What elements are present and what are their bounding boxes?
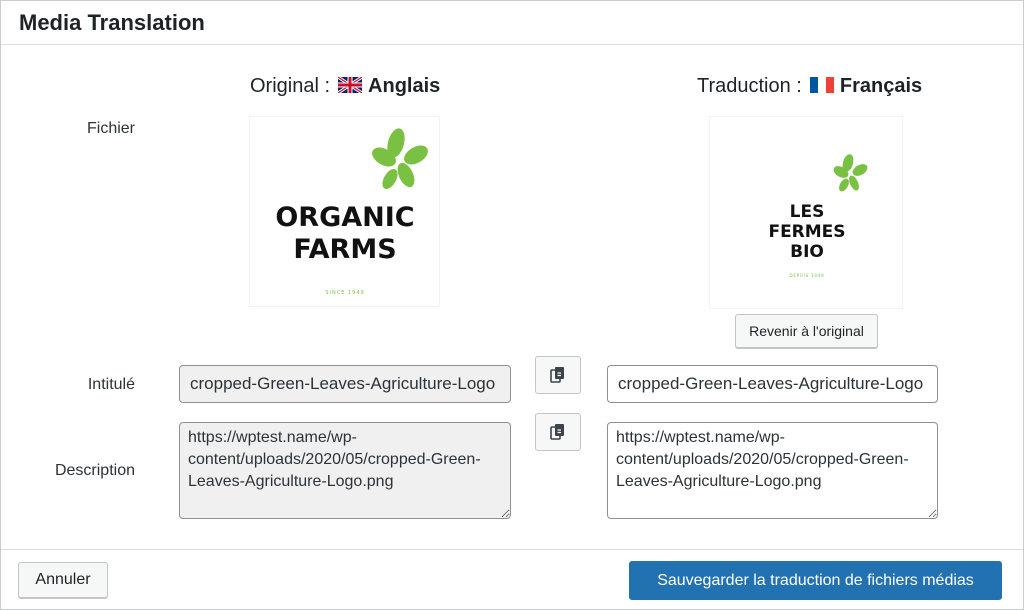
translation-language: Français [839, 75, 923, 97]
original-title-field[interactable] [179, 365, 511, 403]
les-fermes-bio-logo: LES FERMES BIO DEPUIS 1949 [768, 154, 868, 278]
logo-tagline: SINCE 1949 [325, 290, 364, 296]
leaf-icon [372, 128, 428, 189]
translated-image-preview: LES FERMES BIO DEPUIS 1949 [709, 116, 903, 309]
logo-line-3: BIO [790, 242, 824, 262]
logo-line-1: LES [790, 202, 825, 222]
translation-column-heading: Traduction : Français [697, 75, 922, 99]
logo-line-1: ORGANIC [275, 202, 414, 233]
france-flag-icon [809, 76, 834, 99]
logo-line-2: FARMS [293, 234, 396, 265]
copy-icon [550, 367, 564, 383]
original-language: Anglais [368, 75, 441, 97]
original-column-heading: Original : Anglais [250, 75, 440, 99]
revert-to-original-button[interactable]: Revenir à l'original [735, 314, 878, 348]
logo-tagline: DEPUIS 1949 [790, 273, 825, 278]
copy-title-button[interactable] [535, 356, 581, 394]
logo-line-2: FERMES [768, 222, 845, 242]
file-row-label: Fichier [86, 120, 135, 137]
description-row-label: Description [54, 462, 135, 479]
organic-farms-logo: ORGANIC FARMS SINCE 1949 [275, 128, 428, 296]
copy-icon [550, 424, 564, 440]
dialog-title: Media Translation [19, 10, 205, 35]
dialog-header: Media Translation [1, 1, 1023, 45]
translation-prefix: Traduction : [697, 75, 802, 97]
uk-flag-icon [337, 75, 363, 99]
dialog-footer: Annuler Sauvegarder la traduction de fic… [1, 549, 1023, 609]
media-translation-dialog: Media Translation Original : Anglais Tra… [0, 0, 1024, 610]
original-image-preview: ORGANIC FARMS SINCE 1949 [249, 116, 440, 307]
translated-title-field[interactable] [607, 365, 938, 403]
original-description-field[interactable]: https://wptest.name/wp-content/uploads/2… [179, 422, 511, 519]
copy-description-button[interactable] [535, 413, 581, 451]
original-prefix: Original : [250, 75, 331, 97]
title-row-label: Intitulé [87, 376, 135, 393]
save-translation-button[interactable]: Sauvegarder la traduction de fichiers mé… [629, 561, 1002, 600]
cancel-button[interactable]: Annuler [18, 562, 108, 598]
translated-description-field[interactable]: https://wptest.name/wp-content/uploads/2… [607, 422, 938, 519]
leaf-icon [833, 154, 868, 192]
